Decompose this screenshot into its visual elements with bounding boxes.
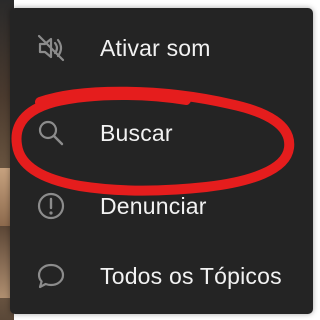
context-menu: Ativar som Buscar Denunciar Todos os Tóp… — [10, 8, 313, 314]
menu-item-label: Buscar — [100, 119, 173, 146]
chat-bubble-icon — [34, 259, 68, 293]
screen: Ativar som Buscar Denunciar Todos os Tóp… — [0, 0, 320, 320]
search-icon — [34, 116, 68, 150]
menu-item-search[interactable]: Buscar — [10, 95, 313, 171]
menu-item-label: Ativar som — [100, 34, 211, 61]
menu-item-report[interactable]: Denunciar — [10, 168, 313, 244]
menu-item-unmute[interactable]: Ativar som — [10, 10, 313, 86]
menu-item-label: Denunciar — [100, 192, 207, 219]
menu-item-label: Todos os Tópicos — [100, 262, 282, 289]
menu-item-all-topics[interactable]: Todos os Tópicos — [10, 238, 313, 314]
report-exclamation-icon — [34, 189, 68, 223]
speaker-muted-icon — [34, 31, 68, 65]
